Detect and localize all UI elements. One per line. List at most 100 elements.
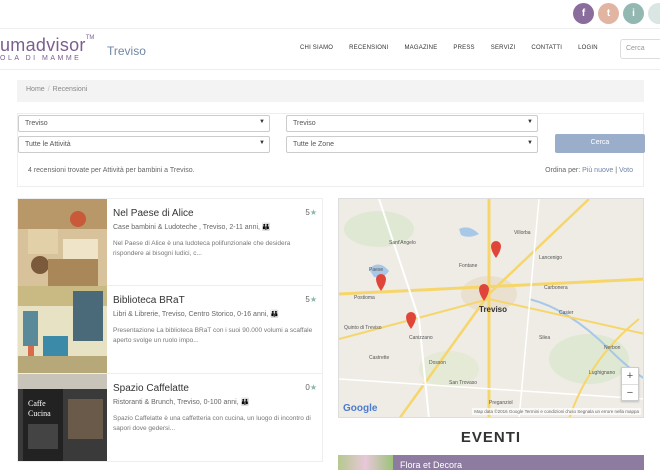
order-newest-link[interactable]: Più nuove	[582, 167, 613, 174]
logo-text: umadvisor	[0, 35, 86, 55]
instagram-icon[interactable]: i	[623, 3, 644, 24]
item-description: Presentazione La biblioteca BRaT con i s…	[113, 327, 313, 344]
nav-chi-siamo[interactable]: CHI SIAMO	[300, 45, 333, 51]
item-title[interactable]: Nel Paese di Alice	[113, 208, 194, 219]
event-thumbnail[interactable]	[338, 455, 393, 470]
list-item[interactable]: Biblioteca BRaT 5★ Libri & Librerie, Tre…	[17, 286, 323, 374]
twitter-icon[interactable]: t	[598, 3, 619, 24]
map-label: Paese	[369, 267, 383, 273]
nav-magazine[interactable]: MAGAZINE	[404, 45, 437, 51]
review-list: Nel Paese di Alice 5★ Case bambini & Lud…	[17, 198, 323, 462]
site-header: umadvisorTM OLA DI MAMME Treviso CHI SIA…	[0, 28, 660, 70]
search-input[interactable]: Cerca	[620, 39, 660, 59]
events-heading: EVENTI	[460, 429, 522, 446]
logo-subtitle: OLA DI MAMME	[0, 55, 82, 62]
search-button[interactable]: Cerca	[555, 134, 645, 153]
more-social-icon[interactable]	[648, 3, 660, 24]
breadcrumb: Home / Recensioni	[17, 80, 644, 102]
family-icon: 👪	[240, 399, 250, 406]
results-count: 4 recensioni trovate per Attività per ba…	[28, 167, 195, 174]
activity-select[interactable]: Tutte le Attività ▼	[18, 136, 270, 153]
map-label: Canizzano	[409, 335, 433, 341]
nav-login[interactable]: LOGIN	[578, 45, 598, 51]
city-select-left-value: Treviso	[25, 120, 48, 127]
category-text: Case bambini & Ludoteche , Treviso, 2-11…	[113, 224, 260, 231]
facebook-icon[interactable]: f	[573, 3, 594, 24]
map-label: San Trovaso	[449, 380, 477, 386]
svg-text:Caffe: Caffe	[28, 399, 46, 408]
event-title[interactable]: Flora et Decora	[400, 460, 462, 470]
map-label: Treviso	[479, 305, 507, 314]
chevron-down-icon: ▼	[527, 140, 533, 146]
map-label: Fontane	[459, 263, 478, 269]
item-category: Libri & Librerie, Treviso, Centro Storic…	[113, 310, 279, 318]
breadcrumb-home[interactable]: Home	[26, 86, 45, 93]
svg-text:Cucina: Cucina	[28, 409, 51, 418]
order-separator: |	[615, 167, 618, 174]
map-label: Preganziol	[489, 400, 513, 406]
map-label: Villorba	[514, 230, 531, 236]
map-label: Lughignano	[589, 370, 615, 376]
chevron-down-icon: ▼	[527, 119, 533, 125]
filter-panel: Treviso ▼ Treviso ▼ Tutte le Attività ▼ …	[17, 113, 645, 187]
zone-select[interactable]: Tutte le Zone ▼	[286, 136, 538, 153]
city-select-left[interactable]: Treviso ▼	[18, 115, 270, 132]
zoom-in-button[interactable]: +	[622, 368, 638, 385]
category-text: Libri & Librerie, Treviso, Centro Storic…	[113, 311, 269, 318]
star-icon: ★	[309, 208, 317, 217]
google-logo: Google	[343, 403, 378, 414]
family-icon: 👪	[261, 224, 271, 231]
caffelatte-thumbnail[interactable]: Caffe Cucina	[18, 374, 107, 461]
site-logo[interactable]: umadvisorTM OLA DI MAMME	[0, 35, 94, 62]
item-title[interactable]: Spazio Caffelatte	[113, 383, 189, 394]
chevron-down-icon: ▼	[259, 140, 265, 146]
family-icon: 👪	[270, 311, 279, 318]
map-label: Casier	[559, 310, 574, 316]
activity-select-value: Tutte le Attività	[25, 141, 71, 148]
map-label: Lancenigo	[539, 255, 562, 261]
main-nav: CHI SIAMO RECENSIONI MAGAZINE PRESS SERV…	[300, 45, 614, 51]
city-select-right[interactable]: Treviso ▼	[286, 115, 538, 132]
order-vote-link[interactable]: Voto	[619, 167, 633, 174]
chevron-down-icon: ▼	[259, 119, 265, 125]
ludoteca-thumbnail[interactable]	[18, 199, 107, 286]
map-label: Castrette	[369, 355, 390, 361]
star-icon: ★	[309, 295, 317, 304]
list-item[interactable]: Caffe Cucina Spazio Caffelatte 0★ Ristor…	[17, 374, 323, 462]
item-rating: 0★	[305, 383, 317, 392]
city-label[interactable]: Treviso	[107, 44, 146, 58]
item-rating: 5★	[305, 208, 317, 217]
zone-select-value: Tutte le Zone	[293, 141, 334, 148]
zoom-out-button[interactable]: −	[622, 385, 638, 402]
star-icon: ★	[309, 383, 317, 392]
social-bar: f t i	[573, 3, 660, 24]
nav-servizi[interactable]: SERVIZI	[491, 45, 516, 51]
map-attribution[interactable]: Map data ©2016 Google Termini e condizio…	[472, 408, 641, 415]
map-label: Quinto di Treviso	[344, 325, 382, 331]
map-label: Postioma	[354, 295, 375, 301]
item-rating: 5★	[305, 295, 317, 304]
item-description: Spazio Caffelatte è una caffetteria con …	[113, 415, 311, 432]
category-text: Ristoranti & Brunch, Treviso, 0-100 anni…	[113, 399, 239, 406]
map-label: Nerbon	[604, 345, 621, 351]
list-item[interactable]: Nel Paese di Alice 5★ Case bambini & Lud…	[17, 198, 323, 286]
event-card[interactable]: Flora et Decora	[338, 455, 644, 470]
item-description: Nel Paese di Alice è una ludoteca polifu…	[113, 240, 291, 257]
order-controls: Ordina per: Più nuove | Voto	[545, 167, 633, 174]
nav-contatti[interactable]: CONTATTI	[531, 45, 562, 51]
breadcrumb-current: Recensioni	[52, 86, 88, 93]
nav-recensioni[interactable]: RECENSIONI	[349, 45, 388, 51]
results-map[interactable]: Paese Treviso Fontane Villorba Preganzio…	[338, 198, 644, 418]
city-select-right-value: Treviso	[293, 120, 316, 127]
nav-press[interactable]: PRESS	[453, 45, 474, 51]
breadcrumb-separator: /	[47, 86, 50, 93]
item-title[interactable]: Biblioteca BRaT	[113, 295, 185, 306]
map-label: Sant'Angelo	[389, 240, 416, 246]
item-category: Ristoranti & Brunch, Treviso, 0-100 anni…	[113, 398, 249, 406]
map-label: Dosson	[429, 360, 446, 366]
map-label: Carbonera	[544, 285, 568, 291]
order-label: Ordina per:	[545, 167, 581, 174]
biblioteca-thumbnail[interactable]	[18, 286, 107, 373]
logo-tm: TM	[85, 35, 95, 41]
item-category: Case bambini & Ludoteche , Treviso, 2-11…	[113, 223, 271, 231]
